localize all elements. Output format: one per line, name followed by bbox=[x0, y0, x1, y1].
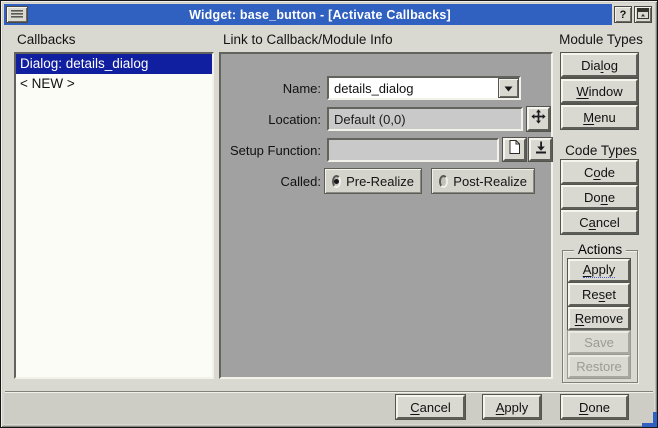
cancel-button[interactable]: Cancel bbox=[396, 395, 465, 419]
setup-function-field[interactable] bbox=[327, 138, 499, 162]
code-types-label: Code Types bbox=[553, 143, 649, 158]
action-reset-button[interactable]: Reset bbox=[568, 283, 630, 306]
module-type-window-button[interactable]: Window bbox=[561, 79, 638, 103]
module-types-label: Module Types bbox=[553, 32, 649, 47]
called-label: Called: bbox=[221, 174, 325, 189]
help-button[interactable]: ? bbox=[614, 6, 632, 23]
move-icon bbox=[531, 109, 546, 129]
titlebar[interactable]: Widget: base_button - [Activate Callback… bbox=[4, 4, 654, 25]
name-value[interactable]: details_dialog bbox=[329, 81, 498, 96]
callbacks-label: Callbacks bbox=[17, 32, 76, 47]
chevron-down-icon bbox=[504, 79, 513, 97]
location-move-button[interactable] bbox=[527, 107, 550, 131]
module-type-menu-button[interactable]: Menu bbox=[561, 105, 638, 129]
list-item[interactable]: Dialog: details_dialog bbox=[16, 54, 212, 74]
radio-post-realize-label: Post-Realize bbox=[453, 174, 527, 189]
code-type-done-button[interactable]: Done bbox=[561, 185, 638, 209]
bottom-button-bar: Cancel Apply Done bbox=[4, 393, 654, 424]
radio-button-icon bbox=[439, 175, 448, 188]
shade-icon bbox=[637, 8, 649, 22]
radio-button-icon bbox=[332, 175, 341, 188]
action-remove-button[interactable]: Remove bbox=[568, 307, 630, 330]
window-menu-button[interactable] bbox=[6, 6, 28, 23]
shade-button[interactable] bbox=[634, 6, 652, 23]
radio-pre-realize-label: Pre-Realize bbox=[346, 174, 414, 189]
resize-grip[interactable] bbox=[642, 423, 657, 427]
document-icon bbox=[509, 140, 520, 159]
location-label: Location: bbox=[221, 112, 325, 127]
callbacks-list[interactable]: Dialog: details_dialog < NEW > bbox=[14, 52, 214, 379]
arrow-down-to-bar-icon bbox=[535, 141, 547, 159]
info-panel-label: Link to Callback/Module Info bbox=[223, 32, 393, 47]
action-restore-button: Restore bbox=[568, 355, 630, 378]
info-panel: Name: details_dialog Location: Default (… bbox=[219, 52, 553, 379]
location-field[interactable]: Default (0,0) bbox=[327, 107, 523, 131]
action-apply-button[interactable]: Apply bbox=[568, 259, 630, 282]
window-title: Widget: base_button - [Activate Callback… bbox=[28, 8, 612, 22]
name-dropdown-button[interactable] bbox=[498, 78, 519, 98]
titlebar-buttons: ? bbox=[612, 4, 654, 25]
module-type-dialog-button[interactable]: Dialog bbox=[561, 53, 638, 77]
name-combobox[interactable]: details_dialog bbox=[327, 76, 521, 100]
setup-function-select-button[interactable] bbox=[529, 138, 552, 161]
list-item[interactable]: < NEW > bbox=[16, 74, 212, 94]
actions-group-label: Actions bbox=[574, 242, 626, 257]
code-type-cancel-button[interactable]: Cancel bbox=[561, 210, 638, 234]
dialog-window: Widget: base_button - [Activate Callback… bbox=[0, 0, 658, 428]
setup-function-edit-button[interactable] bbox=[503, 138, 526, 161]
apply-button[interactable]: Apply bbox=[483, 395, 541, 419]
name-label: Name: bbox=[221, 81, 325, 96]
done-button[interactable]: Done bbox=[561, 395, 628, 419]
code-type-code-button[interactable]: Code bbox=[561, 160, 638, 184]
radio-pre-realize[interactable]: Pre-Realize bbox=[324, 168, 422, 194]
radio-post-realize[interactable]: Post-Realize bbox=[431, 168, 535, 194]
actions-group: Actions Apply Reset Remove Save Restore bbox=[562, 250, 638, 383]
action-save-button: Save bbox=[568, 331, 630, 354]
setup-function-label: Setup Function: bbox=[221, 143, 325, 158]
window-menu-icon bbox=[10, 6, 24, 24]
